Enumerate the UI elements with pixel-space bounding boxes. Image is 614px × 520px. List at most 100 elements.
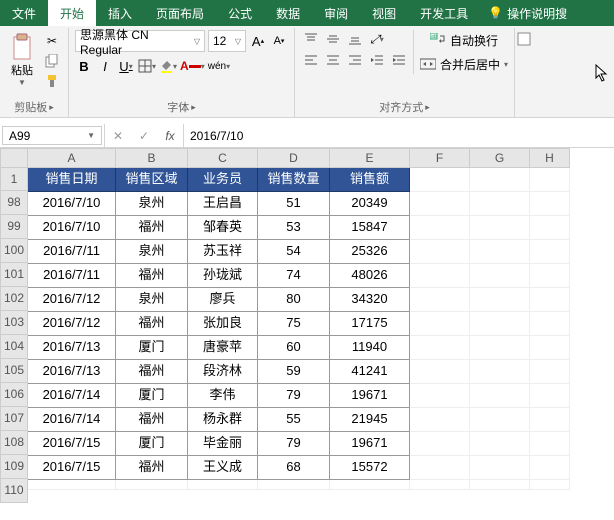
cell[interactable] (410, 480, 470, 490)
paste-button[interactable]: 粘贴 ▼ (6, 30, 38, 89)
table-header-cell[interactable]: 销售区域 (116, 168, 188, 192)
cell[interactable] (530, 288, 570, 312)
align-center-button[interactable] (323, 51, 343, 69)
cell[interactable]: 41241 (330, 360, 410, 384)
align-bottom-button[interactable] (345, 30, 365, 48)
cell[interactable]: 王启昌 (188, 192, 258, 216)
col-header[interactable]: G (470, 148, 530, 168)
cell[interactable] (530, 360, 570, 384)
cell[interactable] (470, 264, 530, 288)
cell[interactable]: 杨永群 (188, 408, 258, 432)
cell[interactable]: 毕金丽 (188, 432, 258, 456)
cell[interactable]: 2016/7/11 (28, 264, 116, 288)
cell[interactable] (410, 240, 470, 264)
cell[interactable] (530, 168, 570, 192)
col-header[interactable]: C (188, 148, 258, 168)
menu-insert[interactable]: 插入 (96, 0, 144, 26)
cell[interactable]: 68 (258, 456, 330, 480)
col-header[interactable]: D (258, 148, 330, 168)
col-header[interactable]: E (330, 148, 410, 168)
cell[interactable] (470, 312, 530, 336)
menu-formula[interactable]: 公式 (216, 0, 264, 26)
cell[interactable]: 48026 (330, 264, 410, 288)
cell[interactable] (530, 408, 570, 432)
cell[interactable]: 厦门 (116, 336, 188, 360)
cell[interactable]: 王义成 (188, 456, 258, 480)
cell[interactable] (470, 456, 530, 480)
col-header[interactable]: A (28, 148, 116, 168)
fill-color-button[interactable]: ▾ (159, 56, 177, 76)
phonetic-button[interactable]: wén▾ (208, 56, 230, 76)
cell[interactable]: 2016/7/10 (28, 192, 116, 216)
cell[interactable]: 泉州 (116, 288, 188, 312)
cell[interactable]: 福州 (116, 312, 188, 336)
table-header-cell[interactable]: 业务员 (188, 168, 258, 192)
font-color-button[interactable]: A▾ (180, 56, 205, 76)
tell-me[interactable]: 💡 操作说明搜 (480, 0, 575, 26)
decrease-indent-button[interactable] (367, 51, 387, 69)
cell[interactable]: 李伟 (188, 384, 258, 408)
row-header[interactable]: 107 (0, 407, 28, 431)
cell[interactable] (530, 312, 570, 336)
col-header[interactable]: H (530, 148, 570, 168)
align-right-button[interactable] (345, 51, 365, 69)
cell[interactable]: 55 (258, 408, 330, 432)
formula-bar[interactable]: 2016/7/10 (183, 124, 614, 147)
row-header[interactable]: 104 (0, 335, 28, 359)
cell[interactable] (470, 336, 530, 360)
row-header[interactable]: 101 (0, 263, 28, 287)
menu-data[interactable]: 数据 (264, 0, 312, 26)
row-header[interactable]: 1 (0, 168, 28, 191)
cell[interactable]: 孙珑斌 (188, 264, 258, 288)
row-header[interactable]: 99 (0, 215, 28, 239)
cell[interactable]: 2016/7/12 (28, 312, 116, 336)
cell[interactable]: 2016/7/10 (28, 216, 116, 240)
cell[interactable]: 15572 (330, 456, 410, 480)
align-left-button[interactable] (301, 51, 321, 69)
cell[interactable] (330, 480, 410, 490)
cell[interactable] (470, 384, 530, 408)
cell[interactable]: 80 (258, 288, 330, 312)
cell[interactable]: 2016/7/13 (28, 360, 116, 384)
dialog-launcher-icon[interactable]: ▸ (425, 102, 430, 113)
cell[interactable] (530, 480, 570, 490)
col-header[interactable]: F (410, 148, 470, 168)
cell[interactable]: 段济林 (188, 360, 258, 384)
cell[interactable]: 25326 (330, 240, 410, 264)
cell[interactable] (470, 432, 530, 456)
increase-font-button[interactable]: A▴ (249, 31, 267, 51)
cell[interactable] (410, 288, 470, 312)
cell[interactable]: 厦门 (116, 384, 188, 408)
cell[interactable]: 福州 (116, 264, 188, 288)
cell[interactable] (530, 192, 570, 216)
row-header[interactable]: 102 (0, 287, 28, 311)
cell[interactable]: 54 (258, 240, 330, 264)
cell[interactable]: 2016/7/15 (28, 456, 116, 480)
menu-layout[interactable]: 页面布局 (144, 0, 216, 26)
menu-review[interactable]: 审阅 (312, 0, 360, 26)
cancel-button[interactable]: ✕ (105, 129, 131, 143)
row-header[interactable]: 108 (0, 431, 28, 455)
dialog-launcher-icon[interactable]: ▸ (191, 102, 196, 113)
cell[interactable] (530, 216, 570, 240)
italic-button[interactable]: I (96, 56, 114, 76)
row-header[interactable]: 100 (0, 239, 28, 263)
cut-button[interactable]: ✂ (42, 32, 62, 50)
menu-home[interactable]: 开始 (48, 0, 96, 26)
cell[interactable] (470, 192, 530, 216)
cell[interactable] (530, 384, 570, 408)
cell[interactable] (188, 480, 258, 490)
cell[interactable]: 福州 (116, 408, 188, 432)
cell[interactable] (530, 432, 570, 456)
cell[interactable] (470, 360, 530, 384)
cell[interactable]: 34320 (330, 288, 410, 312)
name-box[interactable]: A99▼ (2, 126, 102, 145)
cell[interactable]: 17175 (330, 312, 410, 336)
cell[interactable]: 福州 (116, 360, 188, 384)
select-all-corner[interactable] (0, 148, 28, 168)
cell[interactable] (410, 312, 470, 336)
row-header[interactable]: 106 (0, 383, 28, 407)
cell[interactable]: 张加良 (188, 312, 258, 336)
wrap-text-button[interactable]: ab自动换行 (420, 30, 508, 50)
cell[interactable]: 泉州 (116, 240, 188, 264)
